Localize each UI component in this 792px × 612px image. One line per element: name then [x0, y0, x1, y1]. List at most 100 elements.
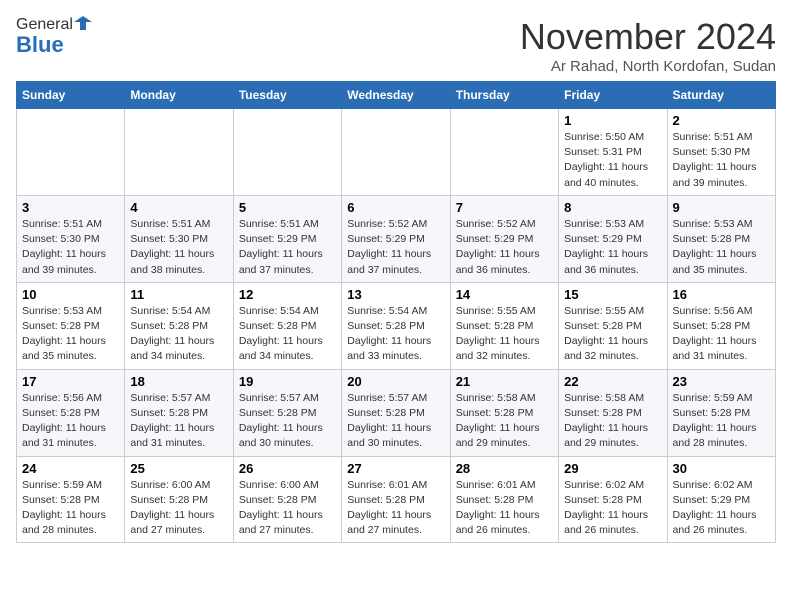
page-header: General Blue November 2024 Ar Rahad, Nor… — [16, 16, 776, 75]
calendar-cell: 12 Sunrise: 5:54 AM Sunset: 5:28 PM Dayli… — [233, 282, 341, 369]
day-number: 1 — [564, 113, 661, 128]
day-number: 17 — [22, 374, 119, 389]
day-of-week-header: Saturday — [667, 82, 775, 109]
calendar-cell: 25 Sunrise: 6:00 AM Sunset: 5:28 PM Dayli… — [125, 456, 233, 543]
day-number: 19 — [239, 374, 336, 389]
day-info: Sunrise: 6:02 AM Sunset: 5:28 PM Dayligh… — [564, 478, 661, 539]
day-info: Sunrise: 5:53 AM Sunset: 5:29 PM Dayligh… — [564, 217, 661, 278]
day-number: 12 — [239, 287, 336, 302]
calendar-cell: 29Sunrise: 6:02 AM Sunset: 5:28 PM Dayli… — [559, 456, 667, 543]
day-info: Sunrise: 5:57 AM Sunset: 5:28 PM Dayligh… — [347, 391, 444, 452]
calendar-cell: 6 Sunrise: 5:52 AM Sunset: 5:29 PM Daylig… — [342, 195, 450, 282]
day-number: 16 — [673, 287, 770, 302]
calendar-cell — [450, 109, 558, 196]
day-info: Sunrise: 6:01 AM Sunset: 5:28 PM Dayligh… — [456, 478, 553, 539]
calendar-cell: 3Sunrise: 5:51 AM Sunset: 5:30 PM Daylig… — [17, 195, 125, 282]
day-info: Sunrise: 5:50 AM Sunset: 5:31 PM Dayligh… — [564, 130, 661, 191]
day-number: 25 — [130, 461, 227, 476]
day-info: Sunrise: 5:54 AM Sunset: 5:28 PM Dayligh… — [347, 304, 444, 365]
day-number: 3 — [22, 200, 119, 215]
day-number: 5 — [239, 200, 336, 215]
calendar-week-row: 1 Sunrise: 5:50 AM Sunset: 5:31 PM Daylig… — [17, 109, 776, 196]
calendar-table: SundayMondayTuesdayWednesdayThursdayFrid… — [16, 81, 776, 543]
month-title: November 2024 — [520, 16, 776, 58]
day-number: 15 — [564, 287, 661, 302]
calendar-cell — [233, 109, 341, 196]
calendar-cell: 22Sunrise: 5:58 AM Sunset: 5:28 PM Dayli… — [559, 369, 667, 456]
day-info: Sunrise: 5:58 AM Sunset: 5:28 PM Dayligh… — [564, 391, 661, 452]
calendar-week-row: 17 Sunrise: 5:56 AM Sunset: 5:28 PM Dayli… — [17, 369, 776, 456]
day-info: Sunrise: 6:00 AM Sunset: 5:28 PM Dayligh… — [239, 478, 336, 539]
day-info: Sunrise: 6:01 AM Sunset: 5:28 PM Dayligh… — [347, 478, 444, 539]
calendar-cell — [342, 109, 450, 196]
calendar-week-row: 24 Sunrise: 5:59 AM Sunset: 5:28 PM Dayli… — [17, 456, 776, 543]
day-number: 4 — [130, 200, 227, 215]
calendar-cell: 10 Sunrise: 5:53 AM Sunset: 5:28 PM Dayli… — [17, 282, 125, 369]
day-info: Sunrise: 5:59 AM Sunset: 5:28 PM Dayligh… — [673, 391, 770, 452]
day-of-week-header: Sunday — [17, 82, 125, 109]
day-info: Sunrise: 6:00 AM Sunset: 5:28 PM Dayligh… — [130, 478, 227, 539]
day-of-week-header: Wednesday — [342, 82, 450, 109]
calendar-cell: 19 Sunrise: 5:57 AM Sunset: 5:28 PM Dayli… — [233, 369, 341, 456]
calendar-cell: 14 Sunrise: 5:55 AM Sunset: 5:28 PM Dayli… — [450, 282, 558, 369]
day-number: 2 — [673, 113, 770, 128]
calendar-cell: 9 Sunrise: 5:53 AM Sunset: 5:28 PM Daylig… — [667, 195, 775, 282]
day-number: 28 — [456, 461, 553, 476]
day-number: 18 — [130, 374, 227, 389]
day-number: 10 — [22, 287, 119, 302]
day-number: 24 — [22, 461, 119, 476]
title-block: November 2024 Ar Rahad, North Kordofan, … — [520, 16, 776, 75]
calendar-cell: 5Sunrise: 5:51 AM Sunset: 5:29 PM Daylig… — [233, 195, 341, 282]
day-number: 26 — [239, 461, 336, 476]
calendar-cell: 21 Sunrise: 5:58 AM Sunset: 5:28 PM Dayli… — [450, 369, 558, 456]
day-number: 9 — [673, 200, 770, 215]
calendar-cell: 23Sunrise: 5:59 AM Sunset: 5:28 PM Dayli… — [667, 369, 775, 456]
day-number: 11 — [130, 287, 227, 302]
day-number: 21 — [456, 374, 553, 389]
day-info: Sunrise: 5:58 AM Sunset: 5:28 PM Dayligh… — [456, 391, 553, 452]
day-number: 20 — [347, 374, 444, 389]
calendar-cell: 11Sunrise: 5:54 AM Sunset: 5:28 PM Dayli… — [125, 282, 233, 369]
day-number: 13 — [347, 287, 444, 302]
calendar-cell: 26 Sunrise: 6:00 AM Sunset: 5:28 PM Dayli… — [233, 456, 341, 543]
calendar-cell: 30Sunrise: 6:02 AM Sunset: 5:29 PM Dayli… — [667, 456, 775, 543]
calendar-cell: 16 Sunrise: 5:56 AM Sunset: 5:28 PM Dayli… — [667, 282, 775, 369]
day-info: Sunrise: 5:55 AM Sunset: 5:28 PM Dayligh… — [564, 304, 661, 365]
calendar-cell: 24 Sunrise: 5:59 AM Sunset: 5:28 PM Dayli… — [17, 456, 125, 543]
logo-blue-text: Blue — [16, 32, 64, 58]
day-info: Sunrise: 5:53 AM Sunset: 5:28 PM Dayligh… — [673, 217, 770, 278]
day-info: Sunrise: 5:53 AM Sunset: 5:28 PM Dayligh… — [22, 304, 119, 365]
calendar-cell: 17 Sunrise: 5:56 AM Sunset: 5:28 PM Dayli… — [17, 369, 125, 456]
day-of-week-header: Thursday — [450, 82, 558, 109]
calendar-cell: 8 Sunrise: 5:53 AM Sunset: 5:29 PM Daylig… — [559, 195, 667, 282]
calendar-cell: 27Sunrise: 6:01 AM Sunset: 5:28 PM Dayli… — [342, 456, 450, 543]
calendar-cell: 7Sunrise: 5:52 AM Sunset: 5:29 PM Daylig… — [450, 195, 558, 282]
day-info: Sunrise: 5:57 AM Sunset: 5:28 PM Dayligh… — [239, 391, 336, 452]
day-number: 14 — [456, 287, 553, 302]
day-of-week-header: Friday — [559, 82, 667, 109]
day-of-week-header: Tuesday — [233, 82, 341, 109]
calendar-cell: 4 Sunrise: 5:51 AM Sunset: 5:30 PM Daylig… — [125, 195, 233, 282]
calendar-cell: 15 Sunrise: 5:55 AM Sunset: 5:28 PM Dayli… — [559, 282, 667, 369]
day-number: 8 — [564, 200, 661, 215]
day-number: 6 — [347, 200, 444, 215]
location-text: Ar Rahad, North Kordofan, Sudan — [520, 58, 776, 75]
calendar-week-row: 3 Sunrise: 5:51 AM Sunset: 5:30 PM Daylig… — [17, 195, 776, 282]
calendar-cell: 2 Sunrise: 5:51 AM Sunset: 5:30 PM Daylig… — [667, 109, 775, 196]
day-info: Sunrise: 5:52 AM Sunset: 5:29 PM Dayligh… — [347, 217, 444, 278]
day-info: Sunrise: 5:51 AM Sunset: 5:30 PM Dayligh… — [130, 217, 227, 278]
calendar-cell: 13 Sunrise: 5:54 AM Sunset: 5:28 PM Dayli… — [342, 282, 450, 369]
day-info: Sunrise: 5:51 AM Sunset: 5:30 PM Dayligh… — [673, 130, 770, 191]
day-info: Sunrise: 5:59 AM Sunset: 5:28 PM Dayligh… — [22, 478, 119, 539]
day-info: Sunrise: 5:56 AM Sunset: 5:28 PM Dayligh… — [22, 391, 119, 452]
logo: General Blue — [16, 16, 92, 58]
day-info: Sunrise: 5:57 AM Sunset: 5:28 PM Dayligh… — [130, 391, 227, 452]
day-info: Sunrise: 5:54 AM Sunset: 5:28 PM Dayligh… — [239, 304, 336, 365]
day-info: Sunrise: 5:52 AM Sunset: 5:29 PM Dayligh… — [456, 217, 553, 278]
day-info: Sunrise: 5:56 AM Sunset: 5:28 PM Dayligh… — [673, 304, 770, 365]
calendar-cell: 28 Sunrise: 6:01 AM Sunset: 5:28 PM Dayli… — [450, 456, 558, 543]
calendar-cell: 1 Sunrise: 5:50 AM Sunset: 5:31 PM Daylig… — [559, 109, 667, 196]
calendar-cell — [17, 109, 125, 196]
day-info: Sunrise: 5:55 AM Sunset: 5:28 PM Dayligh… — [456, 304, 553, 365]
calendar-cell: 20 Sunrise: 5:57 AM Sunset: 5:28 PM Dayli… — [342, 369, 450, 456]
